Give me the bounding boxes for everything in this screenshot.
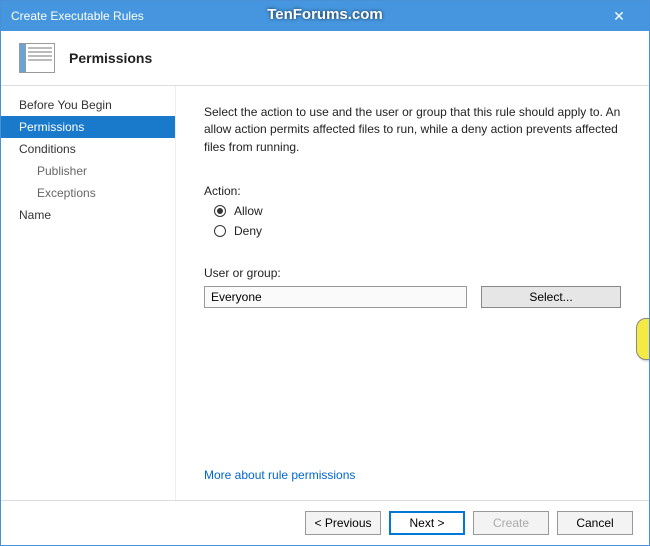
radio-icon [214, 225, 226, 237]
action-label: Action: [204, 184, 621, 198]
sidebar-item-name[interactable]: Name [1, 204, 175, 226]
sidebar: Before You Begin Permissions Conditions … [1, 86, 176, 500]
more-link[interactable]: More about rule permissions [204, 468, 621, 482]
action-radio-group: Allow Deny [214, 204, 621, 244]
content-pane: Select the action to use and the user or… [176, 86, 649, 500]
sidebar-item-permissions[interactable]: Permissions [1, 116, 175, 138]
radio-deny-label: Deny [234, 224, 262, 238]
page-title: Permissions [69, 50, 152, 66]
permissions-icon [19, 43, 55, 73]
wizard-window: Create Executable Rules ✕ Permissions Be… [0, 0, 650, 546]
radio-icon [214, 205, 226, 217]
previous-button[interactable]: < Previous [305, 511, 381, 535]
sidebar-item-publisher[interactable]: Publisher [1, 160, 175, 182]
radio-allow[interactable]: Allow [214, 204, 621, 218]
select-button[interactable]: Select... [481, 286, 621, 308]
titlebar: Create Executable Rules ✕ [1, 1, 649, 31]
user-group-input[interactable] [204, 286, 467, 308]
next-button[interactable]: Next > [389, 511, 465, 535]
sidebar-item-before-you-begin[interactable]: Before You Begin [1, 94, 175, 116]
user-group-row: Select... [204, 286, 621, 308]
instruction-text: Select the action to use and the user or… [204, 104, 621, 156]
wizard-body: Before You Begin Permissions Conditions … [1, 86, 649, 500]
sidebar-item-conditions[interactable]: Conditions [1, 138, 175, 160]
wizard-footer: < Previous Next > Create Cancel [1, 500, 649, 545]
sidebar-item-exceptions[interactable]: Exceptions [1, 182, 175, 204]
cancel-button[interactable]: Cancel [557, 511, 633, 535]
wizard-header: Permissions [1, 31, 649, 86]
window-title: Create Executable Rules [11, 9, 599, 23]
radio-deny[interactable]: Deny [214, 224, 621, 238]
close-icon[interactable]: ✕ [599, 8, 639, 25]
radio-allow-label: Allow [234, 204, 263, 218]
user-group-label: User or group: [204, 266, 621, 280]
callout-annotation: Click on [636, 318, 649, 360]
create-button: Create [473, 511, 549, 535]
